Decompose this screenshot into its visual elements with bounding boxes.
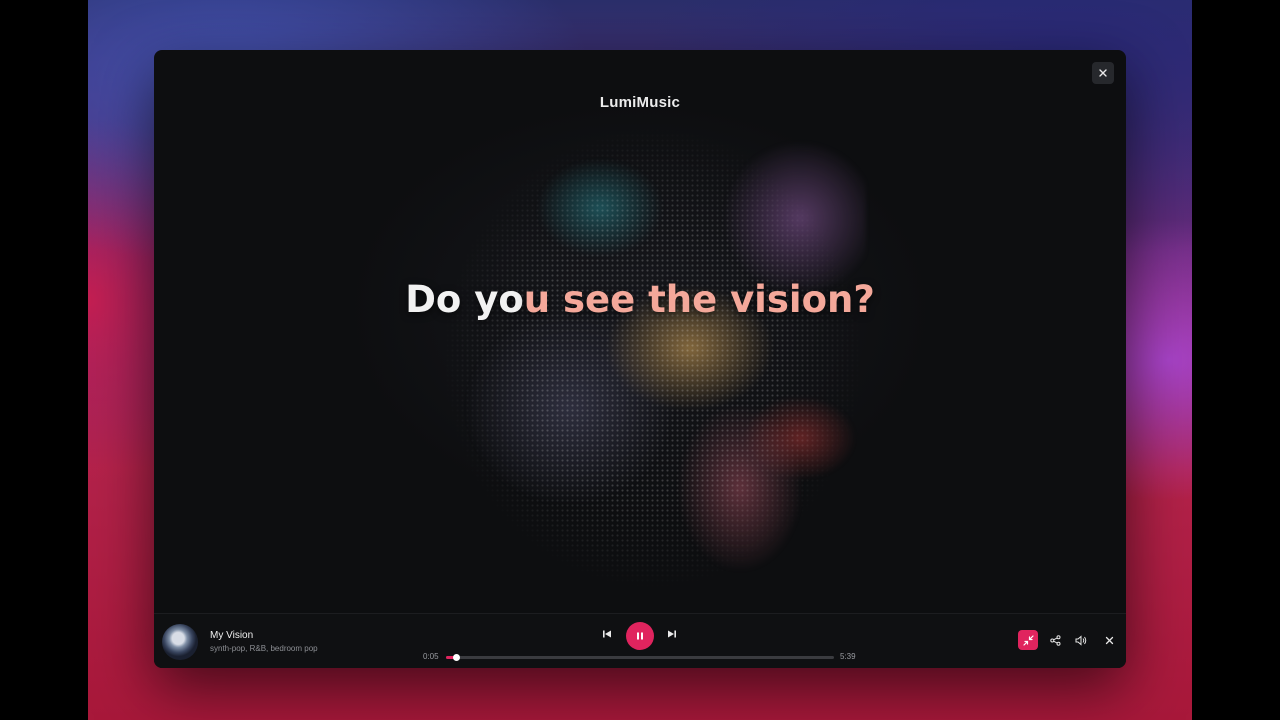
pause-icon — [637, 632, 643, 640]
player-window: LumiMusic Do you see the vision? My Visi… — [154, 50, 1126, 668]
track-genres: synth-pop, R&B, bedroom pop — [210, 644, 318, 653]
track-cover[interactable] — [162, 624, 198, 660]
close-player-icon[interactable] — [1099, 630, 1119, 650]
album-art-texture — [440, 128, 866, 588]
share-icon[interactable] — [1045, 630, 1065, 650]
progress-handle[interactable] — [452, 654, 460, 661]
minimize-icon — [1022, 634, 1034, 646]
lyric-upcoming: u see the vision? — [523, 278, 875, 321]
close-icon[interactable] — [1092, 62, 1114, 84]
current-time: 0:05 — [423, 652, 439, 661]
player-bar: My Vision synth-pop, R&B, bedroom pop 0:… — [154, 613, 1126, 668]
lyric-sung: Do yo — [405, 278, 524, 321]
pause-button[interactable] — [626, 622, 654, 650]
app-logo: LumiMusic — [599, 94, 681, 111]
minimize-button[interactable] — [1018, 630, 1038, 650]
skip-previous-icon[interactable] — [600, 627, 614, 641]
track-title[interactable]: My Vision — [210, 630, 253, 641]
skip-next-icon[interactable] — [665, 627, 679, 641]
progress-slider[interactable] — [446, 654, 834, 661]
total-time: 5:39 — [840, 652, 856, 661]
volume-icon[interactable] — [1071, 630, 1091, 650]
lyric-line: Do you see the vision? — [154, 278, 1126, 321]
